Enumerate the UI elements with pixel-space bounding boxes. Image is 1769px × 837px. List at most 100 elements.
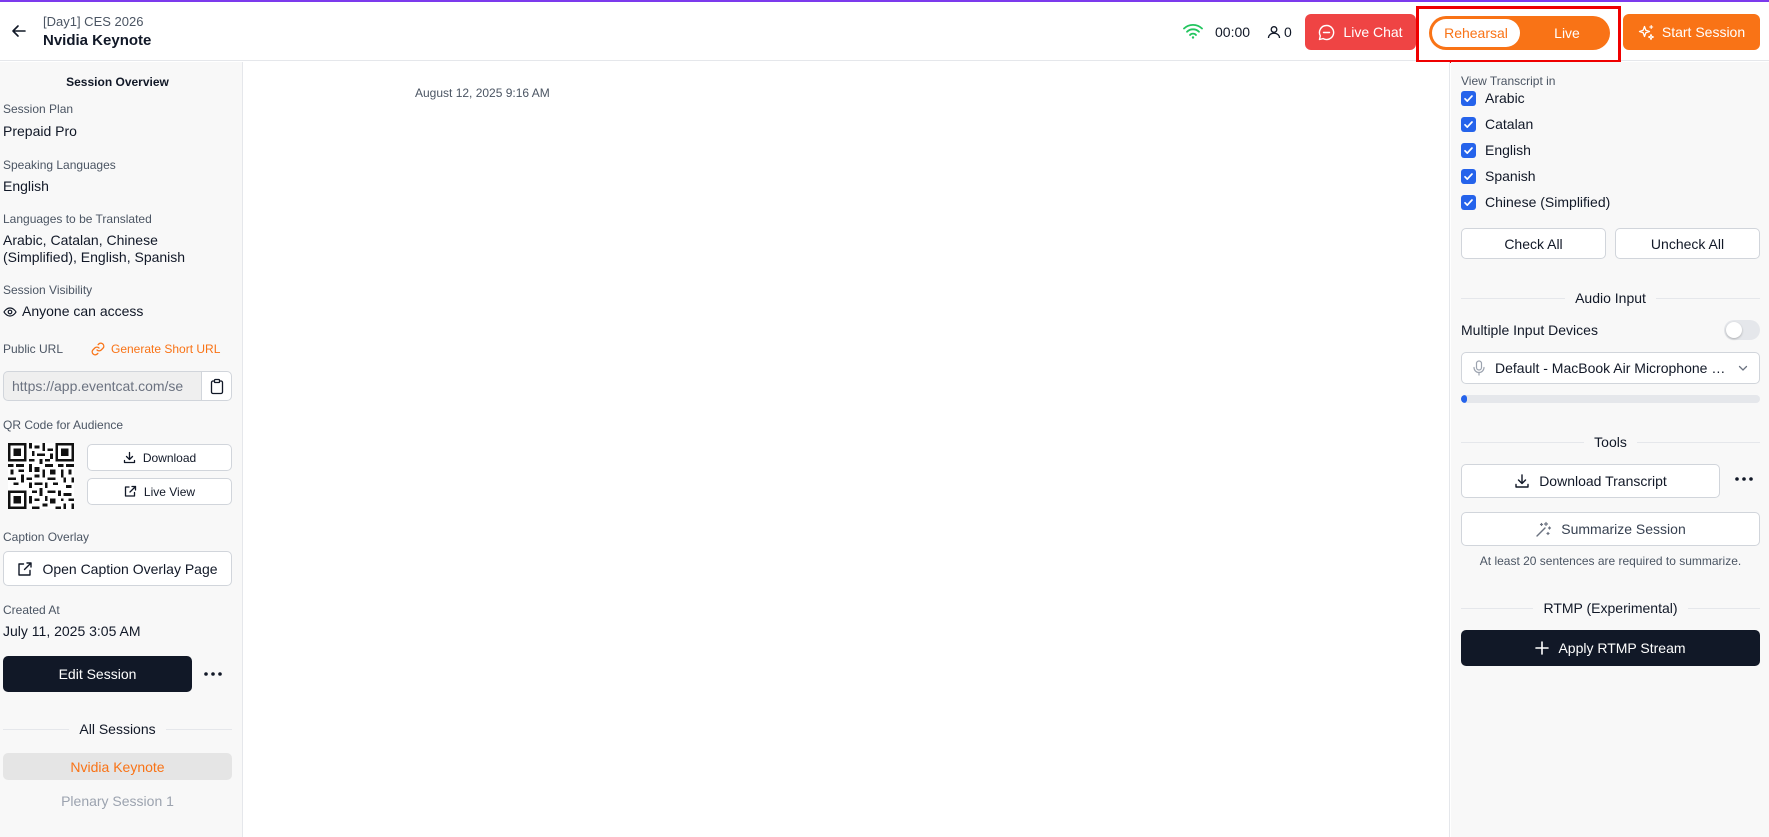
- copy-url-button[interactable]: [201, 371, 232, 401]
- checkbox-checked[interactable]: [1461, 116, 1476, 132]
- visibility-text: Anyone can access: [22, 303, 144, 319]
- translated-languages-line2: (Simplified), English, Spanish: [3, 249, 186, 265]
- language-checkbox-row[interactable]: Arabic: [1461, 90, 1525, 106]
- download-qr-label: Download: [142, 450, 197, 465]
- download-transcript-label: Download Transcript: [1539, 473, 1667, 489]
- download-icon: [123, 451, 135, 464]
- tools-label: Tools: [1594, 434, 1627, 450]
- controls-sidebar: View Transcript in Arabic Catalan English S…: [1451, 62, 1769, 837]
- external-link-icon: [124, 485, 137, 497]
- external-link-icon: [18, 561, 33, 576]
- chevron-down-icon: [1738, 365, 1748, 371]
- summarize-session-button[interactable]: Summarize Session: [1461, 512, 1760, 546]
- audio-input-heading: Audio Input: [1461, 290, 1760, 306]
- transcript-timestamp: August 12, 2025 9:16 AM: [415, 86, 550, 100]
- live-chat-button[interactable]: Live Chat: [1305, 14, 1416, 50]
- translated-languages-line1: Arabic, Catalan, Chinese: [3, 232, 158, 248]
- qr-code-image: [8, 443, 74, 509]
- live-view-label: Live View: [143, 484, 196, 499]
- edit-session-button[interactable]: Edit Session: [3, 656, 192, 692]
- microphone-icon: [1473, 360, 1485, 376]
- session-item-active[interactable]: Nvidia Keynote: [3, 753, 232, 780]
- checkbox-checked[interactable]: [1461, 142, 1476, 158]
- start-session-label: Start Session: [1661, 24, 1746, 40]
- summarize-session-label: Summarize Session: [1561, 521, 1686, 537]
- open-caption-overlay-label: Open Caption Overlay Page: [42, 560, 218, 577]
- checkbox-checked[interactable]: [1461, 194, 1476, 210]
- back-button[interactable]: [8, 20, 30, 42]
- language-label: Catalan: [1485, 116, 1534, 132]
- wifi-icon: [1183, 24, 1203, 39]
- more-options-icon[interactable]: [1733, 469, 1755, 489]
- check-icon: [1464, 146, 1473, 154]
- clipboard-icon: [210, 378, 223, 394]
- multiple-devices-toggle[interactable]: [1724, 320, 1760, 340]
- user-icon: [1267, 26, 1281, 39]
- arrow-left-icon: [12, 25, 26, 37]
- all-sessions-heading: All Sessions: [3, 721, 233, 737]
- checkbox-checked[interactable]: [1461, 168, 1476, 184]
- generate-short-url-label: Generate Short URL: [111, 342, 221, 356]
- audience-count: 0: [1267, 24, 1292, 40]
- download-qr-button[interactable]: Download: [87, 444, 232, 471]
- rtmp-label: RTMP (Experimental): [1543, 600, 1678, 616]
- language-label: Spanish: [1485, 168, 1536, 184]
- open-caption-overlay-button[interactable]: Open Caption Overlay Page: [3, 551, 232, 586]
- section-title: Session Overview: [66, 75, 169, 89]
- audience-count-value: 0: [1284, 24, 1292, 40]
- apply-rtmp-stream-label: Apply RTMP Stream: [1558, 640, 1686, 656]
- checkbox-checked[interactable]: [1461, 90, 1476, 106]
- view-transcript-label: View Transcript in: [1461, 74, 1556, 88]
- live-chat-label: Live Chat: [1343, 24, 1403, 40]
- check-icon: [1464, 172, 1473, 180]
- visibility-label: Session Visibility: [3, 283, 93, 297]
- language-checkbox-row[interactable]: English: [1461, 142, 1531, 158]
- language-checkbox-row[interactable]: Spanish: [1461, 168, 1536, 184]
- all-sessions-label: All Sessions: [79, 721, 156, 737]
- language-label: English: [1485, 142, 1531, 158]
- chat-bubble-icon: [1319, 24, 1335, 40]
- generate-short-url-link[interactable]: Generate Short URL: [91, 342, 220, 356]
- more-options-icon[interactable]: [202, 664, 224, 684]
- audio-input-label: Audio Input: [1575, 290, 1646, 306]
- check-icon: [1464, 120, 1473, 128]
- translated-languages-label: Languages to be Translated: [3, 212, 152, 226]
- live-view-button[interactable]: Live View: [87, 478, 232, 505]
- mode-live-option[interactable]: Live: [1529, 19, 1605, 47]
- audio-level-fill: [1461, 395, 1467, 403]
- check-icon: [1464, 94, 1473, 102]
- qr-code-label: QR Code for Audience: [3, 418, 124, 432]
- audio-device-value: Default - MacBook Air Microphone (Built-…: [1495, 360, 1728, 376]
- magic-wand-icon: [1536, 521, 1552, 537]
- public-url-input[interactable]: [3, 371, 201, 401]
- transcript-area: August 12, 2025 9:16 AM: [243, 62, 1450, 837]
- session-timer: 00:00: [1215, 24, 1251, 40]
- apply-rtmp-stream-button[interactable]: Apply RTMP Stream: [1461, 630, 1760, 666]
- language-label: Arabic: [1485, 90, 1525, 106]
- speaking-languages-value: English: [3, 178, 49, 194]
- download-transcript-button[interactable]: Download Transcript: [1461, 464, 1720, 498]
- mode-rehearsal-option[interactable]: Rehearsal: [1432, 19, 1520, 47]
- speaking-languages-label: Speaking Languages: [3, 158, 116, 172]
- eye-icon: [3, 306, 17, 317]
- session-plan-value: Prepaid Pro: [3, 123, 77, 139]
- plus-icon: [1535, 641, 1550, 655]
- header: [Day1] CES 2026 Nvidia Keynote 00:00 0 L…: [0, 2, 1769, 63]
- mode-toggle[interactable]: Rehearsal Live: [1429, 16, 1610, 50]
- tools-heading: Tools: [1461, 434, 1760, 450]
- multiple-devices-label: Multiple Input Devices: [1461, 322, 1598, 338]
- created-at-value: July 11, 2025 3:05 AM: [3, 623, 141, 639]
- rtmp-heading: RTMP (Experimental): [1461, 600, 1761, 616]
- created-at-label: Created At: [3, 603, 60, 617]
- language-checkbox-row[interactable]: Catalan: [1461, 116, 1533, 132]
- link-icon: [91, 342, 105, 356]
- audio-level-meter: [1461, 395, 1760, 403]
- start-session-button[interactable]: Start Session: [1623, 14, 1760, 50]
- language-label: Chinese (Simplified): [1485, 194, 1611, 210]
- session-overview-sidebar: Session Overview Session Plan Prepaid Pr…: [0, 62, 243, 837]
- audio-device-select[interactable]: Default - MacBook Air Microphone (Built-…: [1461, 352, 1760, 384]
- check-all-button[interactable]: Check All: [1461, 228, 1606, 259]
- session-item[interactable]: Plenary Session 1: [3, 787, 232, 814]
- language-checkbox-row[interactable]: Chinese (Simplified): [1461, 194, 1610, 210]
- uncheck-all-button[interactable]: Uncheck All: [1615, 228, 1760, 259]
